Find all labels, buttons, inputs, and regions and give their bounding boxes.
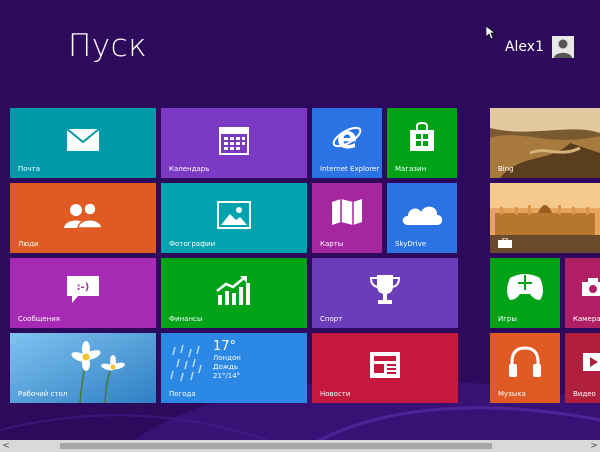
tile-finance[interactable]: Финансы <box>161 258 307 328</box>
chat-icon: :-) <box>67 276 99 304</box>
weather-city: Лондон <box>213 354 241 362</box>
tile-people[interactable]: Люди <box>10 183 156 253</box>
tile-label: Видео <box>573 390 596 398</box>
people-icon <box>64 202 103 229</box>
svg-text:e: e <box>337 121 357 153</box>
gamepad-icon <box>507 274 543 301</box>
tile-skydrive[interactable]: SkyDrive <box>387 183 457 253</box>
tile-label: Игры <box>498 315 517 323</box>
newspaper-icon <box>370 352 400 379</box>
tile-label: Почта <box>18 165 41 173</box>
tile-label: Internet Explorer <box>320 165 380 173</box>
tile-maps[interactable]: Карты <box>312 183 382 253</box>
headphones-icon <box>509 346 541 378</box>
tile-music[interactable]: Музыка <box>490 333 560 403</box>
tile-mail[interactable]: Почта <box>10 108 156 178</box>
tile-store[interactable]: Магазин <box>387 108 457 178</box>
map-icon <box>332 199 362 226</box>
tile-weather[interactable]: 17° Лондон Дождь 21°/14° Погода <box>161 333 307 403</box>
tile-travel[interactable] <box>490 183 600 253</box>
tile-bing[interactable]: Bing <box>490 108 600 178</box>
rain-icon <box>170 344 202 382</box>
store-bag-icon <box>410 122 434 152</box>
tile-label: Фотографии <box>169 240 216 248</box>
tile-photos[interactable]: Фотографии <box>161 183 307 253</box>
calendar-icon <box>219 127 249 156</box>
tile-label: Финансы <box>169 315 203 323</box>
avatar <box>552 36 574 58</box>
tile-news[interactable]: Новости <box>312 333 458 403</box>
user-silhouette-icon <box>554 39 572 58</box>
scroll-left-arrow[interactable]: < <box>1 441 11 451</box>
tile-label: Сообщения <box>18 315 61 323</box>
weather-range: 21°/14° <box>213 372 241 380</box>
scroll-right-arrow[interactable]: > <box>589 441 599 451</box>
tile-label: Рабочий стол <box>18 390 68 398</box>
user-account[interactable]: Alex1 <box>505 36 574 58</box>
scroll-thumb[interactable] <box>60 443 492 449</box>
tile-label: SkyDrive <box>395 240 427 248</box>
tile-camera[interactable]: Камера <box>565 258 600 328</box>
tile-label: Магазин <box>395 165 427 173</box>
camera-icon <box>582 278 600 296</box>
trophy-icon <box>369 275 401 305</box>
user-name: Alex1 <box>504 39 544 55</box>
photo-icon <box>217 201 251 230</box>
tile-label: Музыка <box>498 390 526 398</box>
tile-label: Карты <box>320 240 344 248</box>
tile-label: Bing <box>498 165 514 173</box>
weather-temperature: 17° <box>213 339 237 354</box>
chart-up-icon <box>216 276 250 306</box>
tile-calendar[interactable]: Календарь <box>161 108 307 178</box>
horizontal-scrollbar[interactable]: < > <box>0 440 600 452</box>
cloud-icon <box>402 206 443 225</box>
tile-label: Новости <box>320 390 351 398</box>
internet-explorer-icon: e <box>332 121 362 153</box>
tile-video[interactable]: Видео <box>565 333 600 403</box>
tile-label: Календарь <box>169 165 210 173</box>
weather-condition: Дождь <box>213 363 239 371</box>
tile-games[interactable]: Игры <box>490 258 560 328</box>
mouse-pointer-icon <box>486 26 496 40</box>
tile-internet-explorer[interactable]: e Internet Explorer <box>312 108 382 178</box>
tile-messaging[interactable]: :-) Сообщения <box>10 258 156 328</box>
tile-label: Люди <box>18 240 39 248</box>
tile-label: Погода <box>169 390 196 398</box>
weather-info: 17° Лондон Дождь 21°/14° <box>213 339 241 381</box>
tile-label: Спорт <box>320 315 343 323</box>
tile-sport[interactable]: Спорт <box>312 258 458 328</box>
svg-text::-): :-) <box>77 282 90 293</box>
tile-label: Камера <box>573 315 600 323</box>
envelope-icon <box>66 128 100 152</box>
video-icon <box>583 353 600 371</box>
tile-desktop[interactable]: Рабочий стол <box>10 333 156 403</box>
suitcase-icon <box>498 238 512 248</box>
page-title: Пуск <box>68 28 148 64</box>
